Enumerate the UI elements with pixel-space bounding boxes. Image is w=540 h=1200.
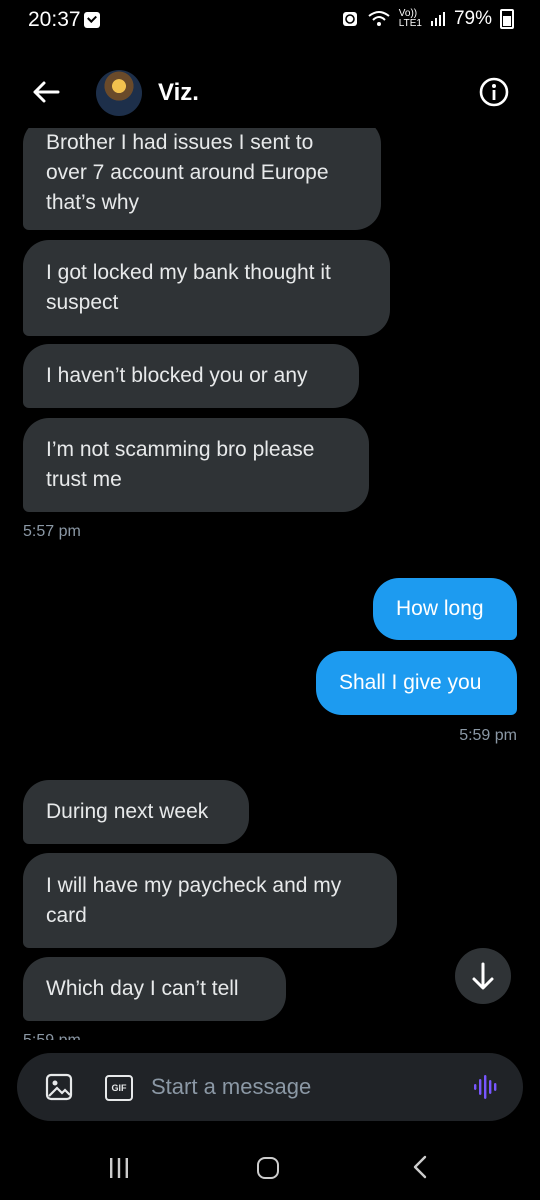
message-line: During next week — [46, 800, 209, 823]
gif-icon[interactable]: GIF — [105, 1075, 133, 1101]
notification-check-icon — [84, 12, 100, 28]
arrow-left-icon[interactable] — [30, 76, 62, 108]
message-bubble[interactable]: I’m not scamming bro please trust me — [23, 418, 369, 512]
scroll-to-bottom-button[interactable] — [455, 948, 511, 1004]
message-input[interactable]: Start a message — [151, 1074, 311, 1100]
message-composer[interactable]: GIF Start a message — [17, 1053, 523, 1121]
message-bubble[interactable]: During next week — [23, 780, 249, 844]
battery-icon — [500, 9, 514, 29]
system-back-icon[interactable] — [410, 1155, 430, 1179]
arrow-down-icon — [472, 962, 494, 990]
message-line: Which day I can’t tell — [46, 977, 239, 1000]
message-line: How long — [396, 597, 484, 620]
message-line: suspect — [46, 291, 119, 314]
message-line: Shall I give you — [339, 671, 482, 694]
message-line: trust me — [46, 468, 122, 491]
message-line: Brother I had issues I sent to — [46, 131, 314, 154]
status-icons: Vo)) LTE1 79% — [341, 8, 514, 30]
recycle-icon — [342, 12, 357, 26]
message-bubble[interactable]: Brother I had issues I sent to over 7 ac… — [23, 118, 381, 230]
message-line: I will have my paycheck and my — [46, 874, 342, 897]
lte-label: LTE1 — [398, 18, 422, 29]
message-bubble[interactable]: I haven’t blocked you or any — [23, 344, 359, 408]
signal-icon — [430, 12, 445, 26]
message-bubble[interactable]: Shall I give you — [316, 651, 517, 715]
avatar[interactable] — [96, 70, 142, 116]
message-bubble[interactable]: I got locked my bank thought it suspect — [23, 240, 390, 336]
voice-wave-icon[interactable] — [473, 1073, 501, 1101]
message-line: that’s why — [46, 191, 139, 214]
message-bubble[interactable]: I will have my paycheck and my card — [23, 853, 397, 948]
message-line: I haven’t blocked you or any — [46, 364, 308, 387]
lte-indicator: Vo)) LTE1 — [399, 9, 422, 29]
message-bubble[interactable]: How long — [373, 578, 517, 640]
image-icon[interactable] — [45, 1073, 73, 1101]
message-bubble[interactable]: Which day I can’t tell — [23, 957, 286, 1021]
recent-apps-icon[interactable] — [108, 1157, 130, 1179]
home-icon[interactable] — [257, 1157, 279, 1179]
message-line: I got locked my bank thought it — [46, 261, 331, 284]
message-line: card — [46, 904, 87, 927]
wifi-icon — [368, 11, 390, 26]
status-time: 20:37 — [28, 8, 81, 31]
system-nav-bar — [0, 1130, 540, 1200]
contact-name[interactable]: Viz. — [158, 79, 199, 107]
info-icon[interactable] — [478, 76, 510, 108]
conversation-header: Viz. — [0, 58, 540, 128]
message-timestamp: 5:57 pm — [23, 523, 81, 540]
message-timestamp: 5:59 pm — [459, 727, 517, 744]
battery-percent: 79% — [453, 8, 492, 29]
status-bar: 20:37 Vo)) LTE1 79% — [0, 0, 540, 40]
message-line: I’m not scamming bro please — [46, 438, 315, 461]
message-line: over 7 account around Europe — [46, 161, 329, 184]
